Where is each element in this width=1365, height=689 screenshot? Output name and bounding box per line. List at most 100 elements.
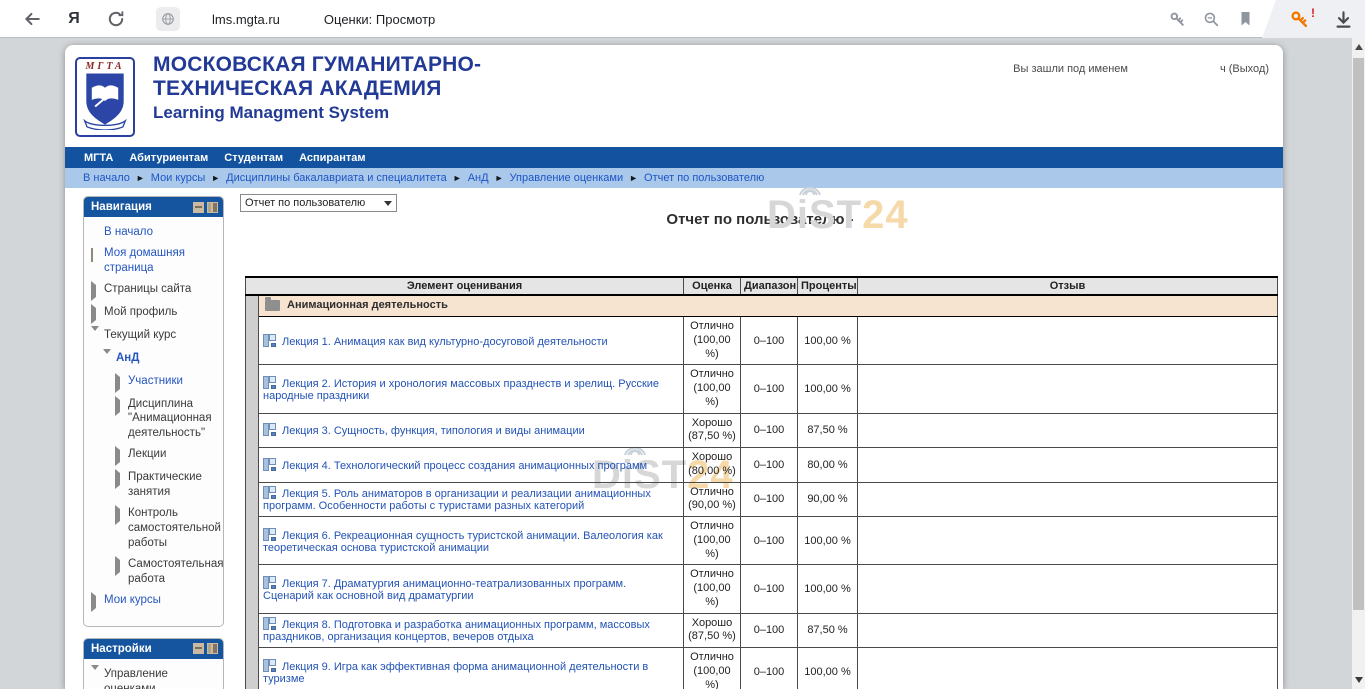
- expand-right-icon[interactable]: [91, 304, 96, 324]
- zoom-search-icon[interactable]: [1201, 9, 1221, 29]
- navigation-item[interactable]: Практические занятия: [115, 470, 219, 500]
- percent-cell: 87,50 %: [798, 413, 858, 448]
- navigation-item[interactable]: Самостоятельная работа: [115, 557, 219, 587]
- breadcrumb-separator-icon: ►: [495, 173, 504, 183]
- navigation-item[interactable]: Текущий курс: [91, 328, 219, 345]
- feedback-cell: [858, 648, 1278, 689]
- navigation-item-label: Практические занятия: [128, 470, 219, 500]
- item-cell: Лекция 9. Игра как эффективная форма ани…: [259, 648, 684, 689]
- feedback-cell: [858, 613, 1278, 648]
- collapse-down-icon[interactable]: [91, 665, 99, 682]
- expand-right-icon[interactable]: [115, 556, 120, 576]
- expand-right-icon[interactable]: [115, 446, 120, 466]
- bullet-square-icon: [91, 248, 93, 262]
- navbar-item[interactable]: Студентам: [224, 152, 283, 164]
- refresh-icon[interactable]: [106, 9, 126, 29]
- grade-cell: Хорошо(87,50 %): [684, 613, 741, 648]
- settings-item[interactable]: Управление оценками: [91, 667, 219, 689]
- indent-cell: [246, 413, 259, 448]
- navigation-item[interactable]: Мои курсы: [91, 593, 219, 610]
- scrollbar-down-arrow-icon[interactable]: [1355, 677, 1363, 683]
- breadcrumb-link[interactable]: Управление оценками: [510, 172, 624, 184]
- block-dock-icon[interactable]: [207, 202, 218, 213]
- navigation-item[interactable]: Страницы сайта: [91, 282, 219, 299]
- back-icon[interactable]: [22, 9, 42, 29]
- download-icon[interactable]: [1333, 9, 1353, 29]
- percent-cell: 80,00 %: [798, 448, 858, 483]
- navigation-item-label: Контроль самостоятельной работы: [128, 506, 221, 551]
- navigation-item-label: Участники: [128, 374, 183, 391]
- grade-item-link[interactable]: Лекция 6. Рекреационная сущность туристс…: [263, 530, 663, 554]
- grade-item-link[interactable]: Лекция 1. Анимация как вид культурно-дос…: [282, 336, 608, 348]
- address-url[interactable]: lms.mgta.ru: [212, 12, 280, 27]
- range-cell: 0–100: [741, 317, 798, 365]
- breadcrumb-link[interactable]: Отчет по пользователю: [644, 172, 764, 184]
- expand-right-icon[interactable]: [115, 505, 120, 525]
- scrollbar-thumb[interactable]: [1353, 58, 1364, 610]
- settings-block: Настройки Управление оценкамиОбзорный от…: [83, 638, 224, 689]
- grade-row: Лекция 4. Технологический процесс создан…: [246, 448, 1278, 483]
- block-collapse-icon[interactable]: [193, 202, 204, 213]
- item-cell: Лекция 2. История и хронология массовых …: [259, 365, 684, 413]
- breadcrumb-link[interactable]: Мои курсы: [151, 172, 205, 184]
- logout-link[interactable]: ч (Выход): [1220, 63, 1269, 75]
- navigation-item[interactable]: Моя домашняя страница: [91, 246, 219, 276]
- percent-cell: 100,00 %: [798, 365, 858, 413]
- password-key-icon[interactable]: [1167, 9, 1187, 29]
- scrollbar-up-arrow-icon[interactable]: [1355, 44, 1363, 50]
- report-type-select[interactable]: Отчет по пользователю: [240, 194, 397, 212]
- block-collapse-icon[interactable]: [193, 643, 204, 654]
- block-dock-icon[interactable]: [207, 643, 218, 654]
- protect-password-alert-icon[interactable]: !: [1289, 9, 1309, 29]
- expand-right-icon[interactable]: [115, 373, 120, 393]
- collapse-down-icon[interactable]: [103, 349, 111, 366]
- grade-item-link[interactable]: Лекция 7. Драматургия анимационно-театра…: [263, 578, 626, 602]
- breadcrumb-link[interactable]: В начало: [83, 172, 130, 184]
- navigation-item[interactable]: Лекции: [115, 447, 219, 464]
- navigation-item-label: В начало: [104, 225, 153, 240]
- navigation-item-label: Дисциплина "Анимационная деятельность": [128, 397, 219, 442]
- site-title-line3: Learning Managment System: [153, 103, 481, 123]
- grade-cell: Отлично(100,00 %): [684, 317, 741, 365]
- grade-item-link[interactable]: Лекция 3. Сущность, функция, типология и…: [282, 425, 585, 437]
- item-cell: Лекция 3. Сущность, функция, типология и…: [259, 413, 684, 448]
- range-cell: 0–100: [741, 448, 798, 483]
- bookmark-icon[interactable]: [1235, 9, 1255, 29]
- navigation-item[interactable]: Контроль самостоятельной работы: [115, 506, 219, 551]
- grade-item-link[interactable]: Лекция 4. Технологический процесс создан…: [282, 460, 647, 472]
- academy-logo: МГТА: [75, 57, 135, 137]
- grade-row: Лекция 9. Игра как эффективная форма ани…: [246, 648, 1278, 689]
- expand-right-icon[interactable]: [91, 281, 96, 301]
- indent-cell: [246, 317, 259, 365]
- navbar-item[interactable]: Аспирантам: [299, 152, 365, 164]
- expand-right-icon[interactable]: [115, 396, 120, 416]
- navigation-item[interactable]: В начало: [91, 225, 219, 240]
- percent-cell: 90,00 %: [798, 482, 858, 517]
- navigation-item[interactable]: Мой профиль: [91, 305, 219, 322]
- grade-item-link[interactable]: Лекция 2. История и хронология массовых …: [263, 378, 659, 402]
- expand-right-icon[interactable]: [115, 469, 120, 489]
- page-scrollbar[interactable]: [1352, 38, 1365, 689]
- navigation-item-label: Самостоятельная работа: [128, 557, 223, 587]
- range-cell: 0–100: [741, 482, 798, 517]
- navbar-item[interactable]: Абитуриентам: [129, 152, 208, 164]
- yandex-icon[interactable]: Я: [64, 9, 84, 29]
- range-cell: 0–100: [741, 365, 798, 413]
- grade-item-link[interactable]: Лекция 8. Подготовка и разработка анимац…: [263, 619, 650, 643]
- indent-cell: [246, 448, 259, 483]
- category-cell: Анимационная деятельность: [259, 295, 1278, 317]
- breadcrumb-link[interactable]: АнД: [468, 172, 489, 184]
- grade-item-link[interactable]: Лекция 5. Роль аниматоров в организации …: [263, 488, 651, 512]
- navbar-item[interactable]: МГТА: [84, 152, 113, 164]
- percent-cell: 87,50 %: [798, 613, 858, 648]
- collapse-down-icon[interactable]: [91, 326, 99, 343]
- navigation-item-label: Мой профиль: [104, 305, 177, 322]
- navigation-item[interactable]: АнД: [103, 351, 219, 368]
- navigation-item[interactable]: Дисциплина "Анимационная деятельность": [115, 397, 219, 442]
- grade-item-link[interactable]: Лекция 9. Игра как эффективная форма ани…: [263, 661, 648, 685]
- tab-title: Оценки: Просмотр: [324, 12, 435, 27]
- expand-right-icon[interactable]: [91, 592, 96, 612]
- breadcrumb-link[interactable]: Дисциплины бакалавриата и специалитета: [226, 172, 447, 184]
- navigation-item[interactable]: Участники: [115, 374, 219, 391]
- navigation-item-label: Мои курсы: [104, 593, 161, 610]
